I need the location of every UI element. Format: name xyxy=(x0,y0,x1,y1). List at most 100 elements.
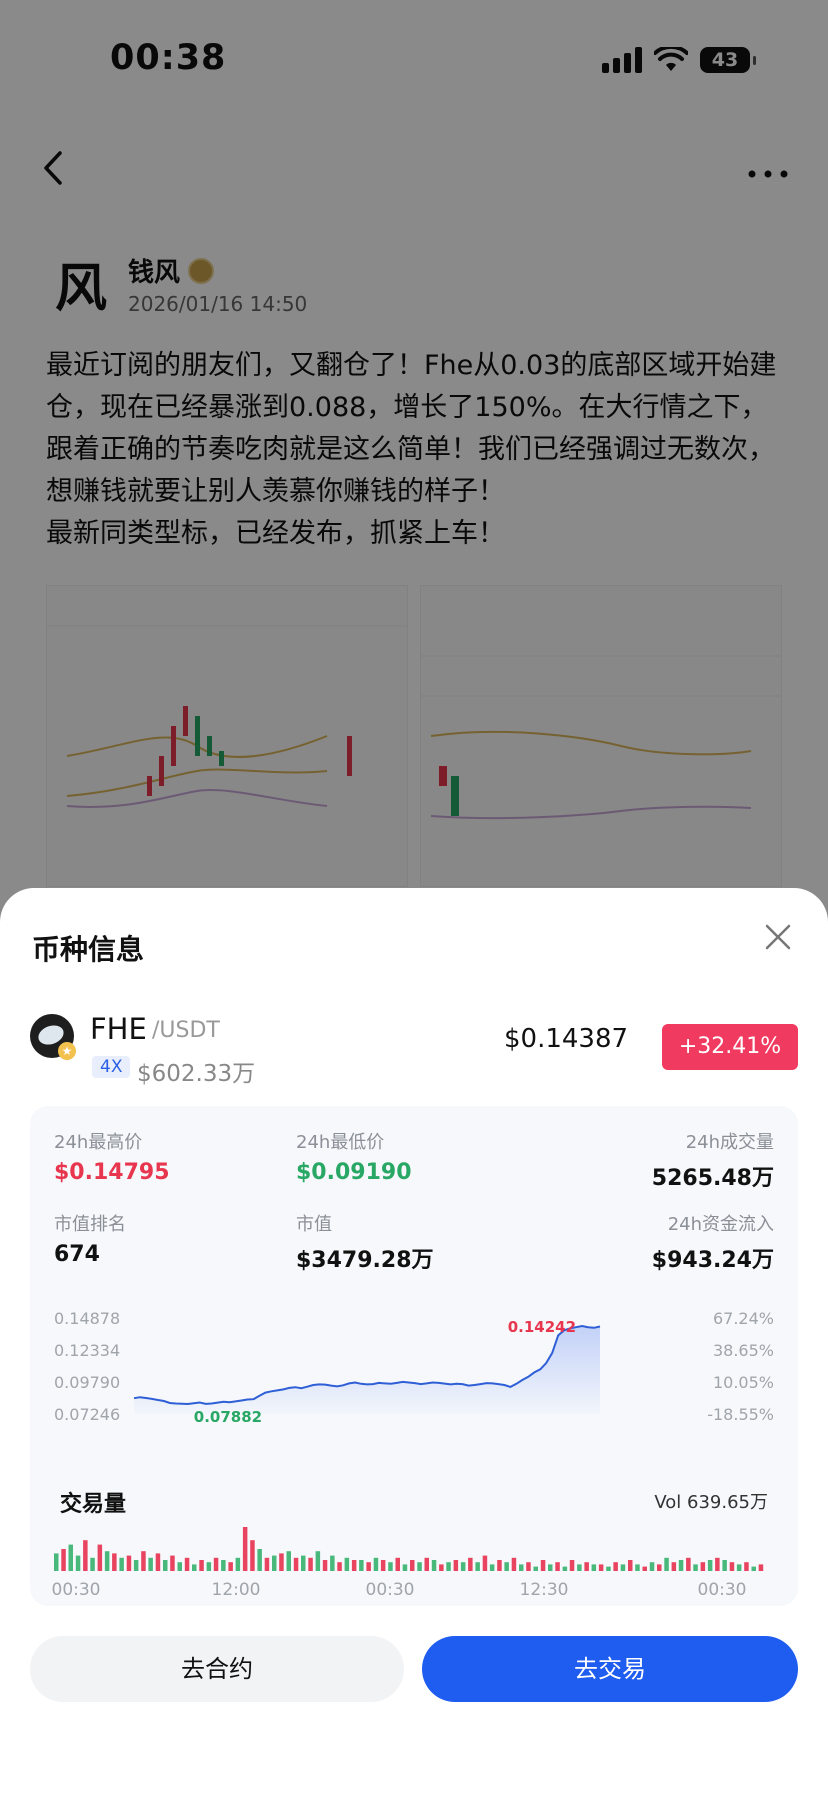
volume-bar xyxy=(402,1564,408,1571)
volume-bar xyxy=(489,1564,495,1571)
volume-bar xyxy=(177,1562,182,1571)
volume-bar xyxy=(163,1560,168,1571)
y-tick-label: 0.14878 xyxy=(54,1309,120,1328)
x-tick-label: 12:00 xyxy=(212,1580,261,1600)
price-change-badge: +32.41% xyxy=(662,1024,798,1070)
volume-bar xyxy=(722,1560,727,1571)
volume-bar xyxy=(729,1562,735,1571)
price-chart: 0.14878 0.12334 0.09790 0.07246 67.24% 38.65%… xyxy=(54,1309,774,1426)
volume-bar xyxy=(104,1551,110,1571)
volume-bar xyxy=(548,1564,553,1571)
volume-bar xyxy=(540,1560,546,1571)
volume-bar xyxy=(257,1549,262,1571)
leverage-badge: 4X xyxy=(92,1056,131,1078)
x-tick-label: 00:30 xyxy=(52,1580,101,1600)
volume-bar xyxy=(707,1560,713,1571)
volume-bar xyxy=(628,1560,633,1571)
volume-bar xyxy=(68,1544,73,1571)
volume-bar xyxy=(373,1557,379,1571)
volume-bar xyxy=(562,1566,568,1571)
go-trade-button[interactable]: 去交易 xyxy=(422,1636,798,1702)
volume-bar xyxy=(337,1562,342,1571)
coin-name: FHE xyxy=(90,1012,147,1046)
x-tick-label: 00:30 xyxy=(698,1580,747,1600)
volume-bar xyxy=(133,1560,139,1571)
volume-bar xyxy=(606,1566,611,1571)
volume-bar xyxy=(242,1527,248,1571)
volume-bar xyxy=(148,1557,153,1571)
volume-bar xyxy=(330,1555,335,1571)
sheet-title: 币种信息 xyxy=(32,933,145,966)
volume-bar xyxy=(446,1562,451,1571)
volume-bar xyxy=(54,1553,59,1571)
volume-bar xyxy=(199,1560,204,1571)
volume-bar xyxy=(460,1562,466,1571)
volume-bar xyxy=(112,1553,117,1571)
volume-bar xyxy=(468,1557,473,1571)
volume-bar xyxy=(526,1562,531,1571)
volume-bar xyxy=(279,1553,284,1571)
coin-pair: /USDT xyxy=(152,1018,220,1043)
volume-bar xyxy=(453,1560,459,1571)
volume-bar xyxy=(228,1562,233,1571)
volume-bar xyxy=(649,1562,655,1571)
y-tick-label-right: 10.05% xyxy=(713,1373,774,1392)
volume-bar xyxy=(569,1560,575,1571)
volume-bar xyxy=(286,1551,291,1571)
y-tick-label: 0.12334 xyxy=(54,1341,120,1360)
volume-bar xyxy=(388,1562,393,1571)
volume-bar xyxy=(504,1562,509,1571)
volume-bar xyxy=(264,1557,270,1571)
volume-bar xyxy=(671,1562,677,1571)
volume-bar xyxy=(293,1557,299,1571)
volume-bar xyxy=(664,1557,669,1571)
volume-bar xyxy=(75,1555,81,1571)
volume-bar xyxy=(439,1564,444,1571)
max-price-label: 0.14242 xyxy=(508,1318,576,1336)
volume-bar xyxy=(366,1562,371,1571)
volume-bar xyxy=(635,1564,640,1571)
volume-bar xyxy=(715,1557,720,1571)
volume-bar xyxy=(322,1560,328,1571)
volume-bar xyxy=(90,1557,95,1571)
y-tick-label: 0.07246 xyxy=(54,1405,120,1424)
volume-bar xyxy=(235,1557,241,1571)
y-tick-label-right: -18.55% xyxy=(707,1405,774,1424)
volume-bar xyxy=(410,1560,415,1571)
volume-bar xyxy=(533,1566,538,1571)
volume-bar xyxy=(744,1562,749,1571)
volume-bar xyxy=(613,1562,618,1571)
stat-24h-high: 24h最高价 $0.14795 xyxy=(54,1132,170,1185)
volume-bar xyxy=(736,1564,742,1571)
volume-bar xyxy=(475,1562,480,1571)
volume-bar xyxy=(170,1555,175,1571)
volume-bar xyxy=(155,1553,161,1571)
stats-card: 24h最高价 $0.14795 24h最低价 $0.09190 24h成交量 5… xyxy=(30,1106,798,1606)
volume-bar xyxy=(620,1564,626,1571)
coin-market-cap: $602.33万 xyxy=(137,1061,256,1087)
volume-bar xyxy=(97,1544,103,1571)
volume-bar xyxy=(206,1562,212,1571)
volume-bar xyxy=(598,1564,604,1571)
volume-bar xyxy=(192,1564,197,1571)
volume-bar xyxy=(584,1562,589,1571)
close-icon[interactable] xyxy=(758,918,798,958)
volume-bar xyxy=(272,1555,277,1571)
volume-bar xyxy=(380,1560,386,1571)
volume-bar xyxy=(511,1557,517,1571)
stat-24h-inflow: 24h资金流入 $943.24万 xyxy=(651,1214,774,1273)
y-tick-label: 0.09790 xyxy=(54,1373,120,1392)
volume-bar xyxy=(686,1557,691,1571)
volume-bar xyxy=(657,1564,662,1571)
volume-bar xyxy=(577,1564,582,1571)
volume-bar xyxy=(308,1557,313,1571)
go-contract-button[interactable]: 去合约 xyxy=(30,1636,404,1702)
stat-market-cap: 市值 $3479.28万 xyxy=(296,1214,434,1273)
volume-bar xyxy=(119,1557,124,1571)
volume-bar xyxy=(497,1560,502,1571)
x-tick-label: 12:30 xyxy=(520,1580,569,1600)
volume-bar xyxy=(395,1557,400,1571)
volume-title: 交易量 xyxy=(60,1492,127,1517)
volume-bar xyxy=(555,1562,560,1571)
volume-bar xyxy=(344,1557,350,1571)
